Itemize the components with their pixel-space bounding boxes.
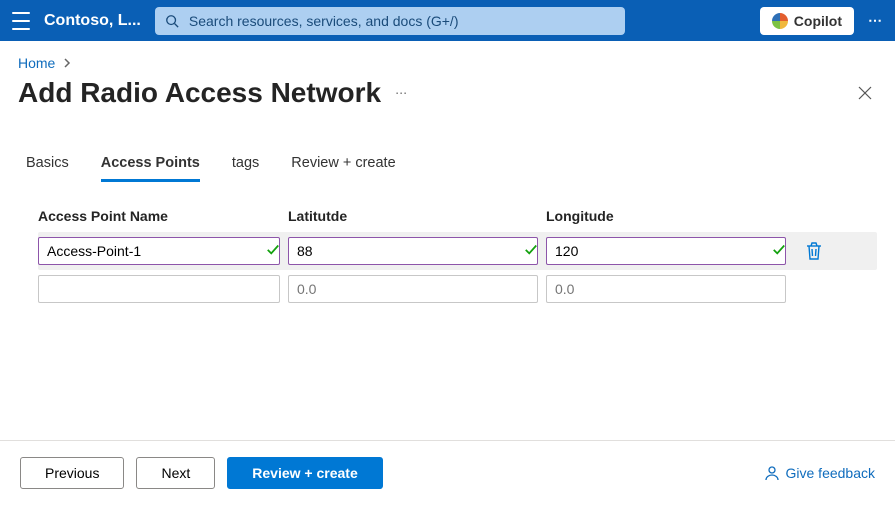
tab-review-create[interactable]: Review + create: [291, 149, 395, 182]
title-row: Add Radio Access Network ⋯: [0, 71, 895, 109]
tabs: Basics Access Points tags Review + creat…: [0, 109, 895, 182]
breadcrumb-home[interactable]: Home: [18, 55, 55, 71]
col-lon: Longitude: [546, 208, 794, 224]
check-icon: [266, 242, 280, 259]
access-point-name-input[interactable]: [38, 237, 280, 265]
trash-icon: [806, 242, 822, 260]
search-box[interactable]: [155, 7, 625, 35]
give-feedback-link[interactable]: Give feedback: [764, 465, 876, 481]
azure-header: Contoso, L... Copilot ⋯: [0, 0, 895, 41]
tab-basics[interactable]: Basics: [26, 149, 69, 182]
previous-button[interactable]: Previous: [20, 457, 124, 489]
feedback-label: Give feedback: [786, 465, 876, 481]
col-lat: Latitutde: [288, 208, 546, 224]
close-button[interactable]: [853, 81, 877, 105]
next-button[interactable]: Next: [136, 457, 215, 489]
page-title: Add Radio Access Network: [18, 77, 381, 109]
breadcrumb: Home: [0, 41, 895, 71]
access-point-name-input[interactable]: [38, 275, 280, 303]
tab-access-points[interactable]: Access Points: [101, 149, 200, 182]
tenant-name[interactable]: Contoso, L...: [44, 12, 141, 30]
col-name: Access Point Name: [38, 208, 288, 224]
longitude-input[interactable]: [546, 237, 786, 265]
chevron-right-icon: [63, 55, 71, 71]
search-icon: [165, 14, 179, 28]
column-headers: Access Point Name Latitutde Longitude: [38, 208, 877, 224]
check-icon: [772, 242, 786, 259]
table-row: [38, 232, 877, 270]
feedback-icon: [764, 465, 780, 481]
header-more-button[interactable]: ⋯: [868, 12, 883, 29]
review-create-button[interactable]: Review + create: [227, 457, 382, 489]
footer: Previous Next Review + create Give feedb…: [0, 440, 895, 505]
copilot-button[interactable]: Copilot: [760, 7, 854, 35]
copilot-label: Copilot: [794, 13, 842, 29]
table-row: [38, 270, 877, 308]
menu-icon[interactable]: [12, 12, 30, 30]
longitude-input[interactable]: [546, 275, 786, 303]
title-more-button[interactable]: ⋯: [395, 86, 409, 100]
check-icon: [524, 242, 538, 259]
latitude-input[interactable]: [288, 275, 538, 303]
tab-tags[interactable]: tags: [232, 149, 259, 182]
copilot-icon: [772, 13, 788, 29]
close-icon: [857, 85, 873, 101]
access-point-table: Access Point Name Latitutde Longitude: [0, 182, 895, 440]
delete-row-button[interactable]: [794, 242, 834, 260]
search-input[interactable]: [187, 12, 615, 30]
latitude-input[interactable]: [288, 237, 538, 265]
